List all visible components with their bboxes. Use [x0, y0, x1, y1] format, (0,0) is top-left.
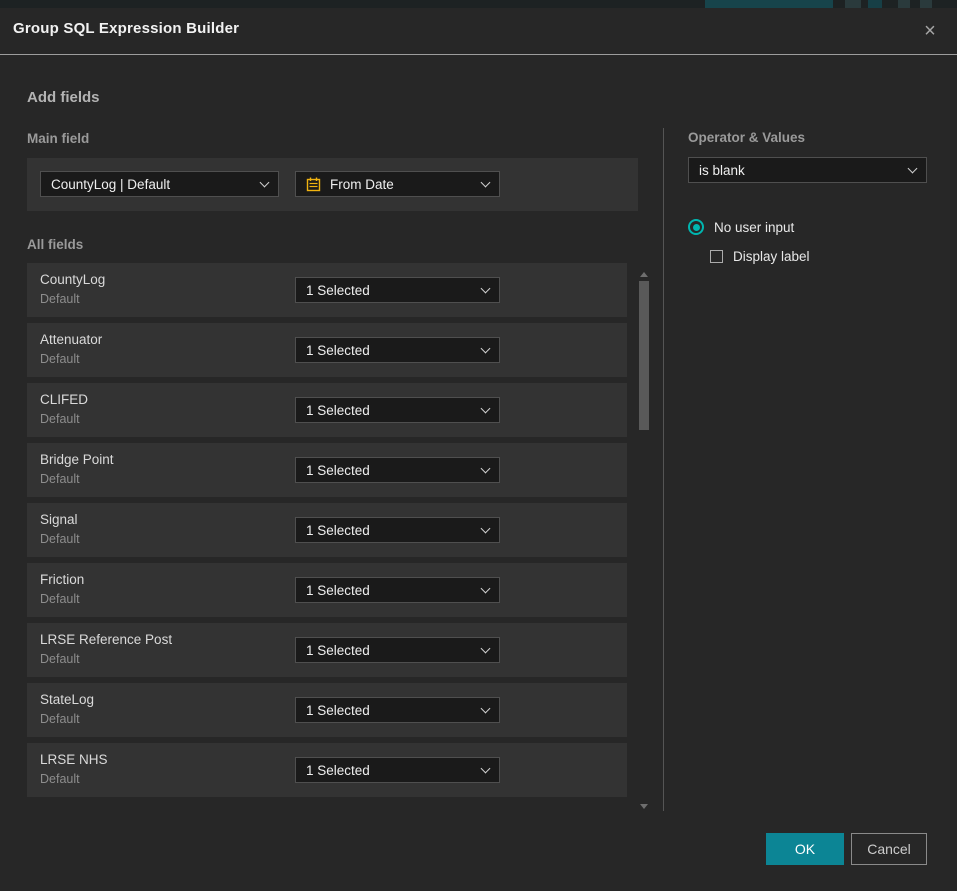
- group-sql-expression-builder-dialog: Group SQL Expression Builder × Add field…: [0, 8, 957, 891]
- all-fields-label: All fields: [27, 237, 83, 252]
- field-sublabel: Default: [40, 712, 80, 726]
- field-row-signal: Signal Default 1 Selected: [27, 503, 627, 557]
- list-scrollbar[interactable]: [639, 270, 650, 811]
- chevron-down-icon: [481, 523, 491, 533]
- field-row-bridge-point: Bridge Point Default 1 Selected: [27, 443, 627, 497]
- field-name: Signal: [40, 512, 78, 527]
- field-selected-value: 1 Selected: [306, 583, 474, 598]
- background-app-strip: [0, 0, 957, 8]
- background-teal-fragment: [920, 0, 932, 8]
- scroll-down-icon[interactable]: [640, 804, 648, 809]
- panel-divider: [663, 128, 664, 811]
- chevron-down-icon: [481, 283, 491, 293]
- field-sublabel: Default: [40, 592, 80, 606]
- field-selected-value: 1 Selected: [306, 523, 474, 538]
- operator-values-heading: Operator & Values: [688, 130, 805, 145]
- screen: Group SQL Expression Builder × Add field…: [0, 0, 957, 891]
- field-row-lrse-reference-post: LRSE Reference Post Default 1 Selected: [27, 623, 627, 677]
- field-selected-value: 1 Selected: [306, 403, 474, 418]
- background-teal-fragment: [868, 0, 882, 8]
- main-field-select[interactable]: CountyLog | Default: [40, 171, 279, 197]
- field-selected-dropdown[interactable]: 1 Selected: [295, 397, 500, 423]
- cancel-button[interactable]: Cancel: [851, 833, 927, 865]
- field-name: LRSE Reference Post: [40, 632, 172, 647]
- field-selected-value: 1 Selected: [306, 703, 474, 718]
- field-sublabel: Default: [40, 412, 80, 426]
- background-teal-fragment: [898, 0, 910, 8]
- field-selected-value: 1 Selected: [306, 463, 474, 478]
- main-field-panel: CountyLog | Default From Date: [27, 158, 638, 211]
- radio-label: No user input: [714, 220, 794, 235]
- field-name: Attenuator: [40, 332, 102, 347]
- field-row-countylog: CountyLog Default 1 Selected: [27, 263, 627, 317]
- field-sublabel: Default: [40, 652, 80, 666]
- checkbox-unchecked-icon: [710, 250, 723, 263]
- main-field-select-value: CountyLog | Default: [51, 177, 253, 192]
- chevron-down-icon: [481, 343, 491, 353]
- add-fields-heading: Add fields: [27, 89, 100, 106]
- field-name: LRSE NHS: [40, 752, 108, 767]
- main-field-label: Main field: [27, 131, 89, 146]
- field-selected-value: 1 Selected: [306, 283, 474, 298]
- main-field-date-value: From Date: [330, 177, 474, 192]
- scrollbar-thumb[interactable]: [639, 281, 649, 430]
- chevron-down-icon: [481, 763, 491, 773]
- field-row-lrse-nhs: LRSE NHS Default 1 Selected: [27, 743, 627, 797]
- dialog-title: Group SQL Expression Builder: [13, 20, 239, 37]
- field-row-friction: Friction Default 1 Selected: [27, 563, 627, 617]
- field-sublabel: Default: [40, 772, 80, 786]
- field-selected-value: 1 Selected: [306, 643, 474, 658]
- scroll-up-icon[interactable]: [640, 272, 648, 277]
- background-teal-fragment: [845, 0, 861, 8]
- field-sublabel: Default: [40, 472, 80, 486]
- operator-select[interactable]: is blank: [688, 157, 927, 183]
- field-name: Friction: [40, 572, 84, 587]
- field-name: Bridge Point: [40, 452, 114, 467]
- background-teal-fragment: [705, 0, 833, 8]
- field-row-statelog: StateLog Default 1 Selected: [27, 683, 627, 737]
- titlebar-divider: [0, 54, 957, 55]
- chevron-down-icon: [481, 463, 491, 473]
- display-label-checkbox[interactable]: Display label: [710, 249, 810, 264]
- field-row-attenuator: Attenuator Default 1 Selected: [27, 323, 627, 377]
- radio-dot: [693, 224, 700, 231]
- field-sublabel: Default: [40, 532, 80, 546]
- field-selected-dropdown[interactable]: 1 Selected: [295, 757, 500, 783]
- no-user-input-radio[interactable]: No user input: [688, 219, 794, 235]
- field-row-clifed: CLIFED Default 1 Selected: [27, 383, 627, 437]
- field-selected-dropdown[interactable]: 1 Selected: [295, 457, 500, 483]
- field-selected-dropdown[interactable]: 1 Selected: [295, 697, 500, 723]
- field-selected-dropdown[interactable]: 1 Selected: [295, 517, 500, 543]
- field-selected-value: 1 Selected: [306, 763, 474, 778]
- chevron-down-icon: [481, 643, 491, 653]
- field-name: StateLog: [40, 692, 94, 707]
- chevron-down-icon: [481, 703, 491, 713]
- main-field-date-select[interactable]: From Date: [295, 171, 500, 197]
- close-icon[interactable]: ×: [917, 18, 943, 44]
- field-selected-dropdown[interactable]: 1 Selected: [295, 277, 500, 303]
- chevron-down-icon: [908, 163, 918, 173]
- chevron-down-icon: [260, 177, 270, 187]
- field-selected-dropdown[interactable]: 1 Selected: [295, 637, 500, 663]
- dialog-titlebar: Group SQL Expression Builder ×: [0, 8, 957, 54]
- chevron-down-icon: [481, 177, 491, 187]
- calendar-icon: [306, 177, 321, 192]
- field-selected-value: 1 Selected: [306, 343, 474, 358]
- checkbox-label: Display label: [733, 249, 810, 264]
- ok-button[interactable]: OK: [766, 833, 844, 865]
- field-sublabel: Default: [40, 352, 80, 366]
- field-name: CLIFED: [40, 392, 88, 407]
- chevron-down-icon: [481, 403, 491, 413]
- field-selected-dropdown[interactable]: 1 Selected: [295, 577, 500, 603]
- field-sublabel: Default: [40, 292, 80, 306]
- operator-select-value: is blank: [699, 163, 901, 178]
- field-name: CountyLog: [40, 272, 105, 287]
- chevron-down-icon: [481, 583, 491, 593]
- field-selected-dropdown[interactable]: 1 Selected: [295, 337, 500, 363]
- radio-selected-icon: [688, 219, 704, 235]
